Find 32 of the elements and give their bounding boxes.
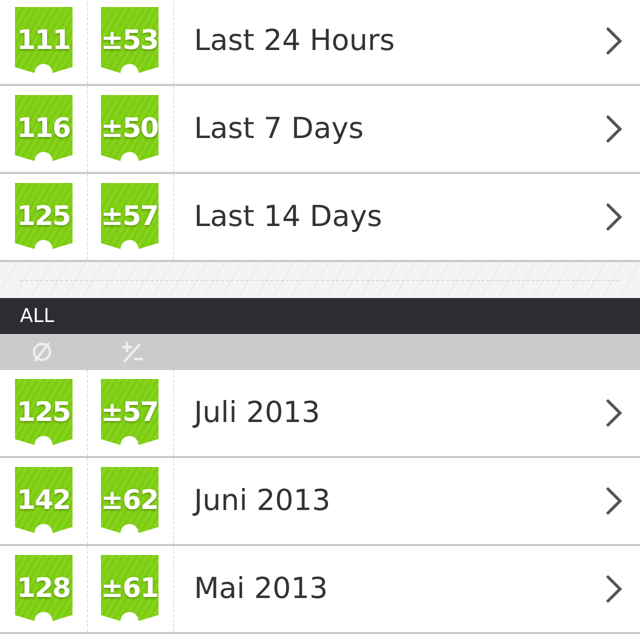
list-row[interactable]: 128 ±61 Mai 2013 (0, 546, 640, 634)
section-header: ALL (0, 298, 640, 334)
deviation-badge: ±61 (100, 555, 158, 623)
average-badge: 116 (14, 95, 72, 163)
list-row[interactable]: 142 ±62 Juni 2013 (0, 458, 640, 546)
deviation-badge: ±57 (100, 183, 158, 251)
chevron-right-icon (606, 27, 622, 55)
deviation-badge: ±53 (100, 7, 158, 75)
average-badge: 142 (14, 467, 72, 535)
row-label: Last 14 Days (194, 198, 384, 236)
row-label: Last 7 Days (194, 110, 365, 148)
deviation-badge: ±50 (100, 95, 158, 163)
chevron-right-icon (606, 575, 622, 603)
average-badge: 128 (14, 555, 72, 623)
list-row[interactable]: 125 ±57 Juli 2013 (0, 370, 640, 458)
list-row[interactable]: 111 ±53 Last 24 Hours (0, 0, 640, 86)
chevron-right-icon (606, 487, 622, 515)
row-label: Last 24 Hours (194, 22, 396, 60)
list-row[interactable]: 116 ±50 Last 7 Days (0, 86, 640, 174)
average-badge: 111 (14, 7, 72, 75)
row-label: Juni 2013 (194, 482, 332, 520)
plus-minus-icon (120, 341, 144, 363)
chevron-right-icon (606, 115, 622, 143)
deviation-badge: ±57 (100, 379, 158, 447)
average-badge: 125 (14, 379, 72, 447)
deviation-badge: ±62 (100, 467, 158, 535)
chevron-right-icon (606, 399, 622, 427)
row-label: Juli 2013 (194, 394, 322, 432)
row-label: Mai 2013 (194, 570, 329, 608)
average-icon (31, 341, 53, 363)
chevron-right-icon (606, 203, 622, 231)
average-badge: 125 (14, 183, 72, 251)
